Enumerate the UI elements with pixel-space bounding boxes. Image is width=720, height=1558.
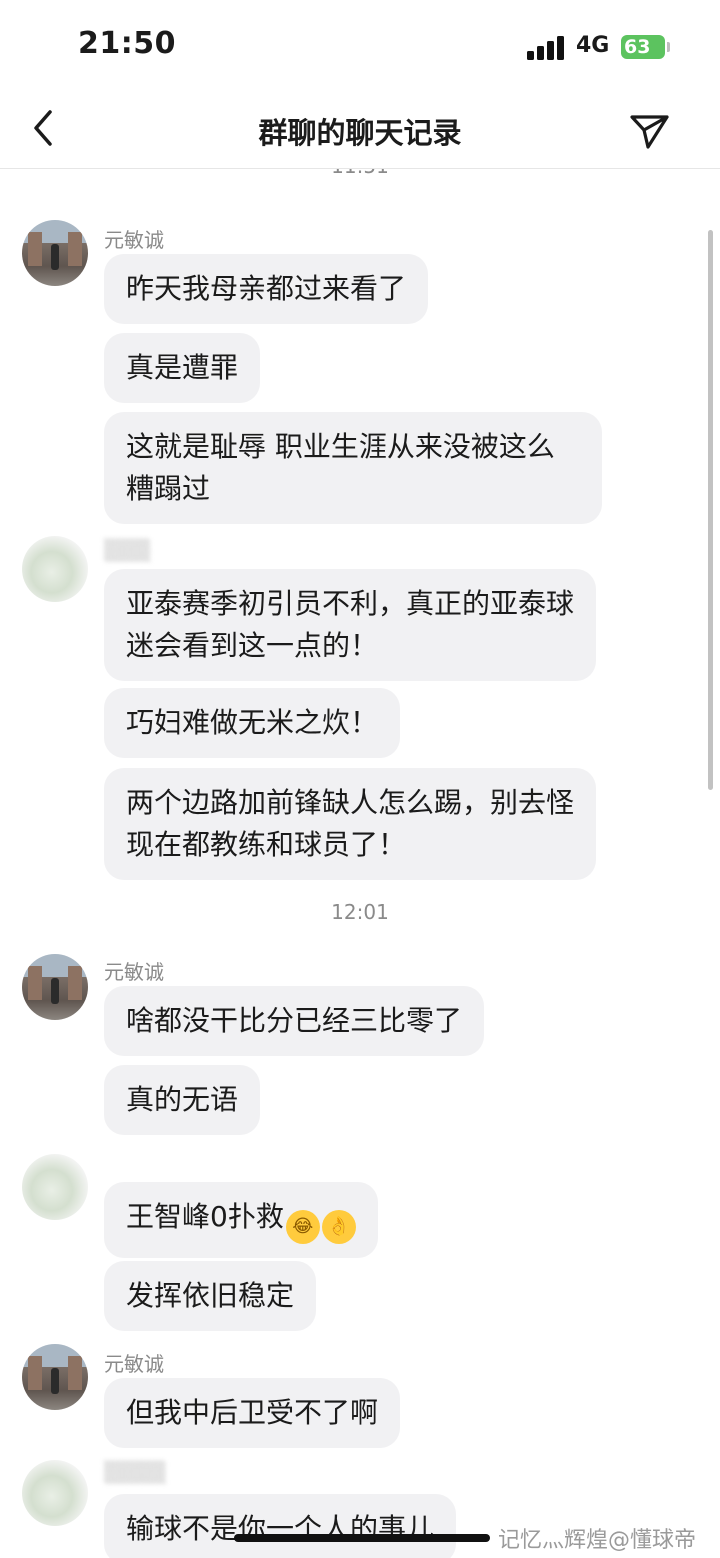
sender-name: 元敏诚	[104, 960, 164, 984]
battery-cap	[667, 42, 670, 52]
chat-history[interactable]: 11:51 元敏诚 昨天我母亲都过来看了 真是遭罪 这就是耻辱 职业生涯从来没被…	[0, 168, 720, 1558]
page-title: 群聊的聊天记录	[258, 116, 462, 150]
timestamp: 12:01	[331, 900, 389, 924]
message-bubble[interactable]: 输球不是你一个人的事儿	[104, 1494, 457, 1558]
home-indicator[interactable]	[234, 1534, 490, 1542]
avatar[interactable]	[22, 1154, 88, 1220]
sender-name: ▒▒▒▒	[104, 1460, 166, 1484]
watermark: 记忆灬辉煌@懂球帝	[498, 1528, 697, 1553]
message-bubble[interactable]: 这就是耻辱 职业生涯从来没被这么糟蹋过	[104, 412, 602, 524]
message-bubble[interactable]: 亚泰赛季初引员不利，真正的亚泰球迷会看到这一点的！	[104, 569, 596, 681]
avatar[interactable]	[22, 954, 88, 1020]
send-button[interactable]	[626, 108, 672, 154]
avatar[interactable]	[22, 1460, 88, 1526]
nav-bar: 群聊的聊天记录	[0, 90, 720, 169]
avatar[interactable]	[22, 1344, 88, 1410]
message-bubble[interactable]: 啥都没干比分已经三比零了	[104, 986, 485, 1056]
status-time: 21:50	[78, 26, 176, 61]
message-bubble[interactable]: 王智峰0扑救 😂 👌	[104, 1182, 378, 1258]
message-bubble[interactable]: 真是遭罪	[104, 333, 261, 403]
message-bubble[interactable]: 两个边路加前锋缺人怎么踢，别去怪现在都教练和球员了！	[104, 768, 596, 880]
rofl-emoji-icon: 😂	[285, 1210, 320, 1244]
battery-level: 63	[624, 36, 651, 58]
timestamp: 11:51	[0, 168, 720, 178]
message-bubble[interactable]: 发挥依旧稳定	[104, 1261, 317, 1331]
message-bubble[interactable]: 昨天我母亲都过来看了	[104, 254, 429, 324]
network-type: 4G	[576, 33, 610, 58]
message-text: 王智峰0扑救	[126, 1200, 284, 1233]
ok-hand-emoji-icon: 👌	[321, 1210, 356, 1244]
status-bar: 21:50 4G 63	[0, 0, 720, 90]
send-icon	[630, 115, 669, 149]
battery-icon: 63	[621, 35, 665, 59]
sender-name: ▒▒▒	[104, 538, 151, 562]
sender-name: 元敏诚	[104, 1352, 164, 1376]
signal-icon	[527, 36, 565, 60]
sender-name: 元敏诚	[104, 228, 164, 252]
message-bubble[interactable]: 真的无语	[104, 1065, 261, 1135]
avatar[interactable]	[22, 536, 88, 602]
scrollbar[interactable]	[708, 230, 713, 790]
avatar[interactable]	[22, 220, 88, 286]
message-bubble[interactable]: 巧妇难做无米之炊！	[104, 688, 401, 758]
message-bubble[interactable]: 但我中后卫受不了啊	[104, 1378, 401, 1448]
